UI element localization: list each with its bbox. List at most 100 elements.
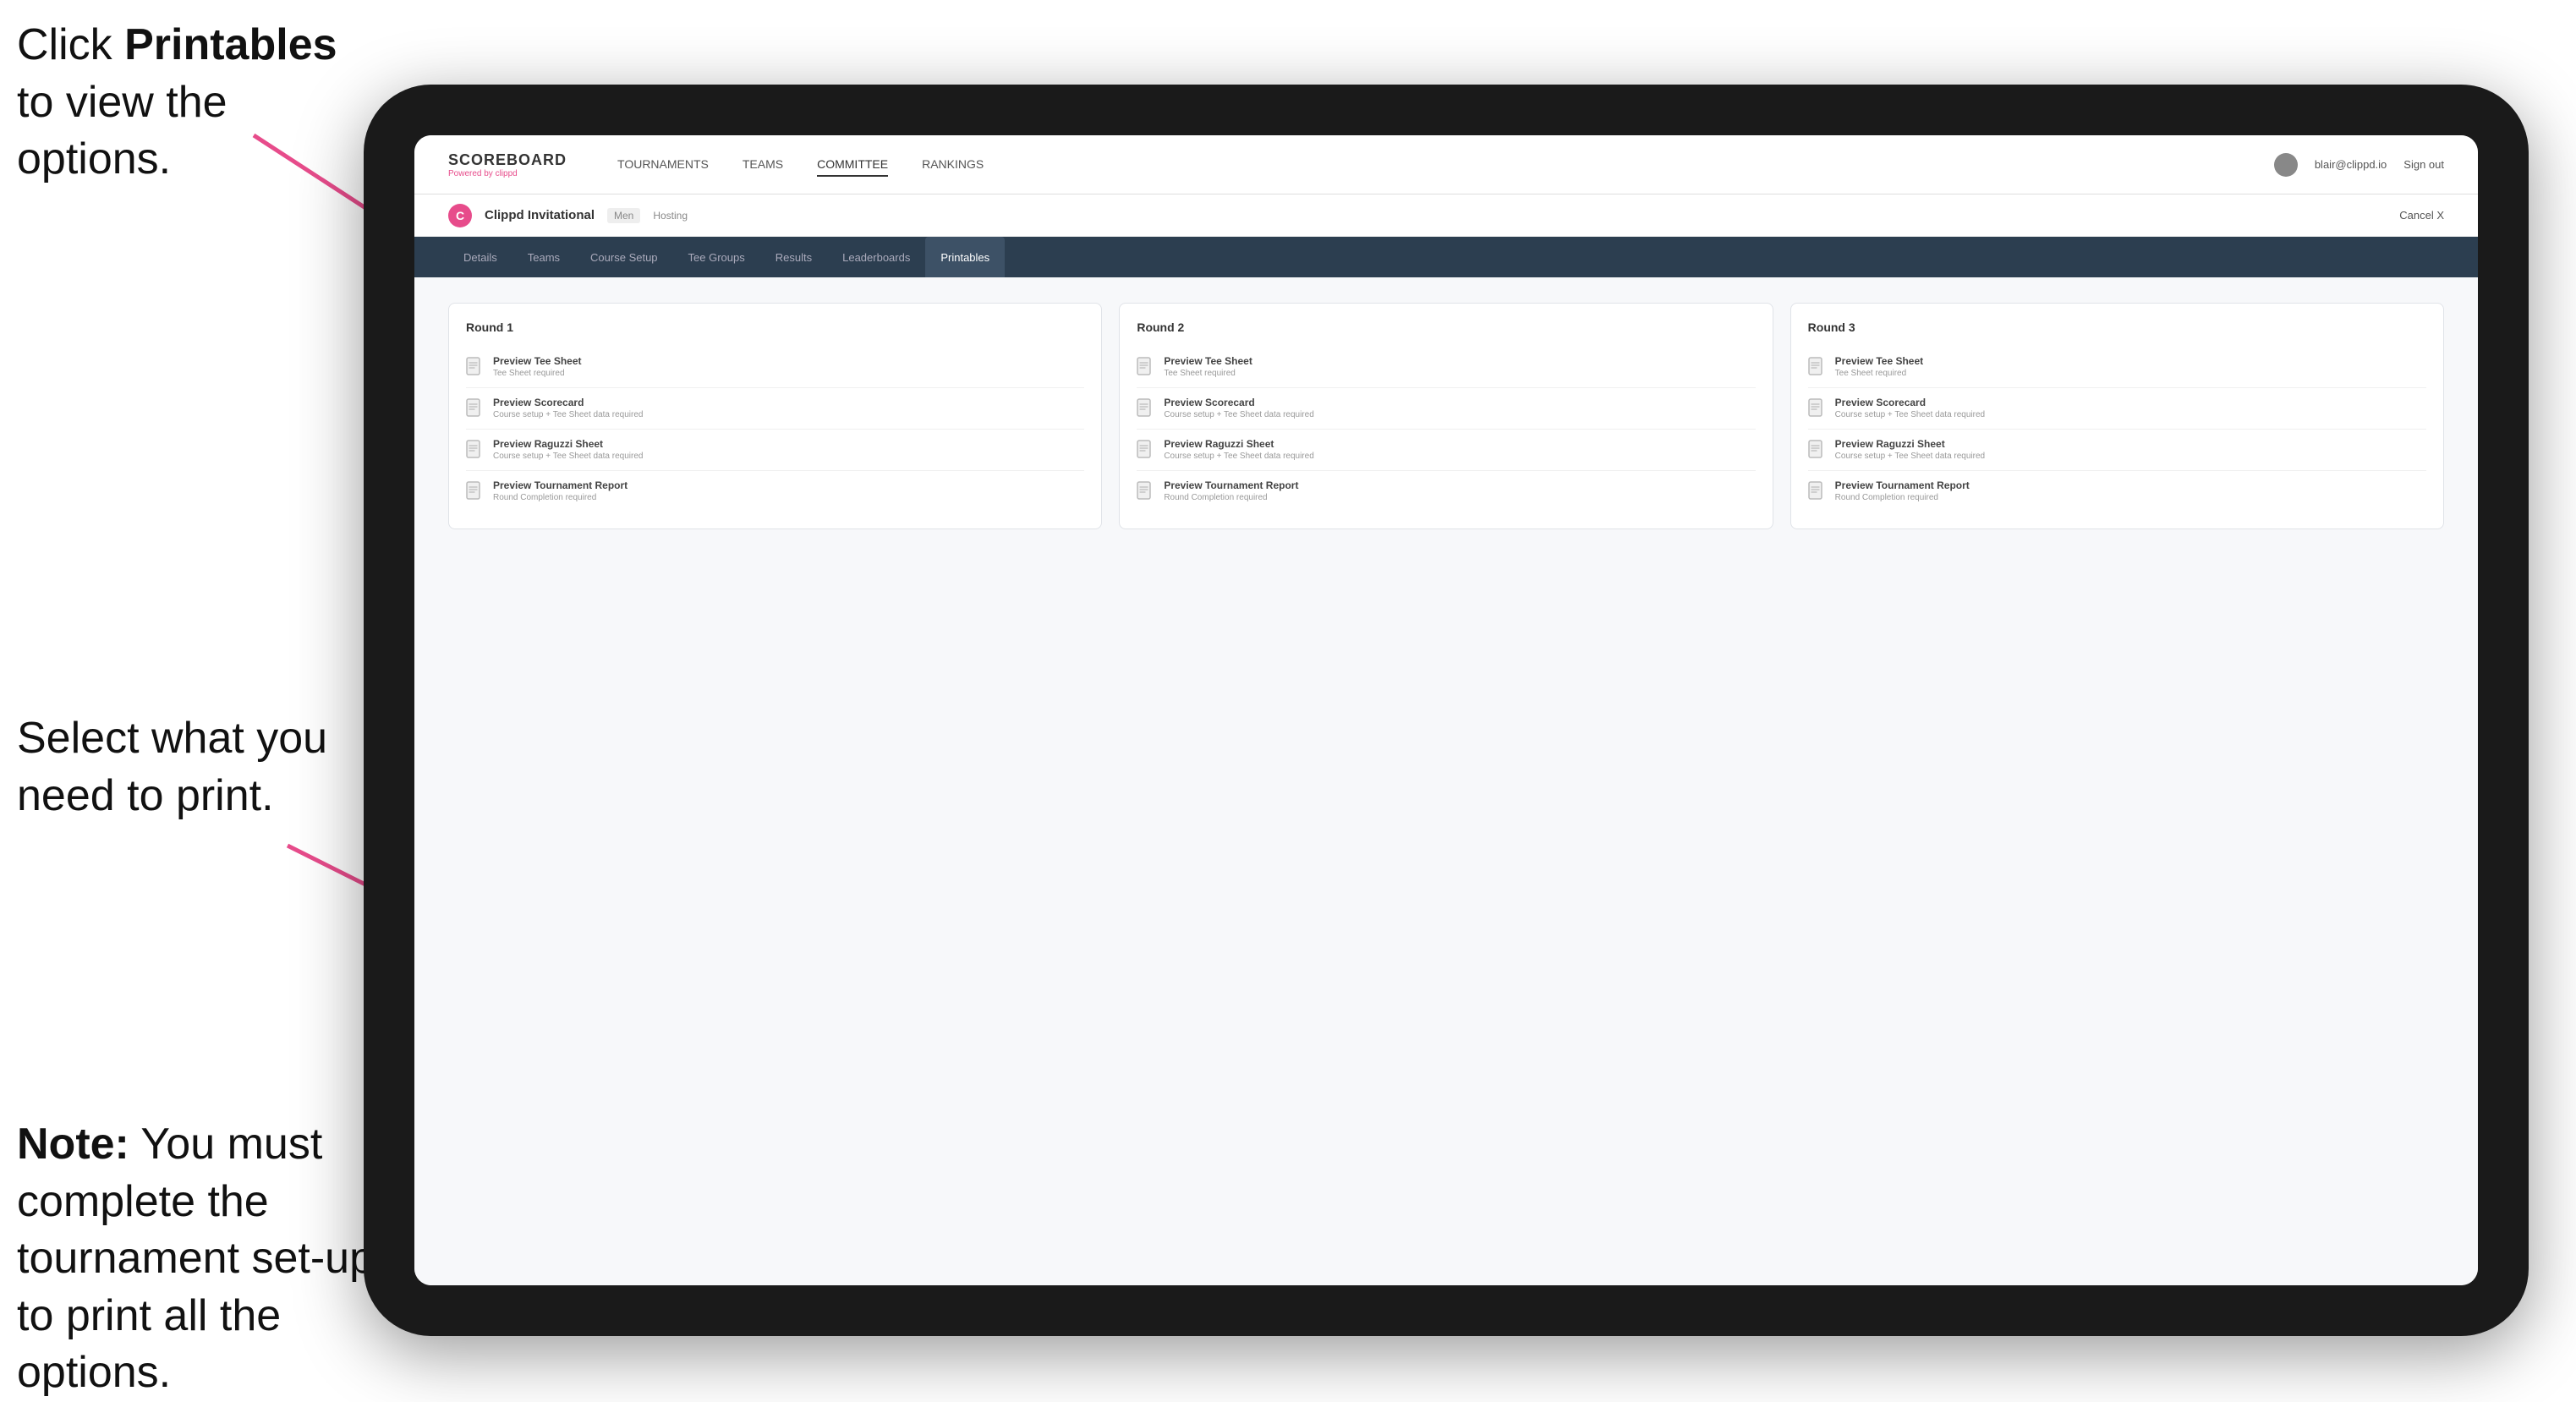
print-item-subtitle: Tee Sheet required [493,369,582,378]
round-title-2: Round 2 [1137,320,1755,334]
document-icon [1808,398,1827,420]
tab-printables[interactable]: Printables [925,237,1005,277]
tab-leaderboards[interactable]: Leaderboards [827,237,925,277]
print-item-title: Preview Tee Sheet [1164,355,1252,367]
print-item-1-4[interactable]: Preview Tournament Report Round Completio… [466,471,1084,512]
print-item-2-2[interactable]: Preview Scorecard Course setup + Tee Shee… [1137,388,1755,430]
tab-teams[interactable]: Teams [512,237,575,277]
annotation-middle-text: Select what you need to print. [17,714,327,820]
annotation-top-text: Click Printables to view the options. [17,20,337,183]
print-item-subtitle: Tee Sheet required [1835,369,1924,378]
print-item-title: Preview Raguzzi Sheet [1164,438,1313,450]
user-avatar [2274,153,2298,177]
print-item-2-4[interactable]: Preview Tournament Report Round Completio… [1137,471,1755,512]
print-item-subtitle: Course setup + Tee Sheet data required [1835,410,1985,419]
round-column-1: Round 1 Preview Tee Sheet Tee Sheet requi… [448,303,1102,529]
print-item-subtitle: Round Completion required [493,493,628,502]
nav-teams[interactable]: TEAMS [743,153,783,177]
main-content: Round 1 Preview Tee Sheet Tee Sheet requi… [414,277,2478,1285]
top-nav-items: TOURNAMENTS TEAMS COMMITTEE RANKINGS [617,153,2274,177]
sub-nav: Details Teams Course Setup Tee Groups Re… [414,237,2478,277]
logo-sub: Powered by clippd [448,169,567,178]
tournament-logo: C [448,204,472,227]
tablet-frame: SCOREBOARD Powered by clippd TOURNAMENTS… [364,85,2529,1336]
annotation-middle: Select what you need to print. [17,710,338,824]
scoreboard-logo: SCOREBOARD Powered by clippd [448,151,567,178]
annotation-bottom: Note: You must complete the tournament s… [17,1116,381,1402]
document-icon [1137,481,1155,503]
tournament-status: Hosting [653,210,688,222]
print-item-subtitle: Tee Sheet required [1164,369,1252,378]
print-item-title: Preview Tee Sheet [493,355,582,367]
print-item-subtitle: Round Completion required [1835,493,1970,502]
document-icon [1137,398,1155,420]
nav-rankings[interactable]: RANKINGS [922,153,984,177]
print-item-title: Preview Tournament Report [493,479,628,491]
tab-tee-groups[interactable]: Tee Groups [673,237,760,277]
round-column-2: Round 2 Preview Tee Sheet Tee Sheet requi… [1119,303,1773,529]
top-nav-right: blair@clippd.io Sign out [2274,153,2444,177]
nav-committee[interactable]: COMMITTEE [817,153,888,177]
print-item-text: Preview Scorecard Course setup + Tee Shee… [1835,397,1985,419]
print-item-1-1[interactable]: Preview Tee Sheet Tee Sheet required [466,347,1084,388]
print-item-text: Preview Raguzzi Sheet Course setup + Tee … [1164,438,1313,461]
tab-course-setup[interactable]: Course Setup [575,237,673,277]
document-icon [1808,440,1827,462]
annotation-bottom-text: Note: You must complete the tournament s… [17,1120,374,1397]
print-item-text: Preview Raguzzi Sheet Course setup + Tee … [493,438,643,461]
cancel-button[interactable]: Cancel X [2399,209,2444,222]
print-item-3-4[interactable]: Preview Tournament Report Round Completio… [1808,471,2426,512]
tournament-badge: Men [607,208,640,223]
print-item-3-3[interactable]: Preview Raguzzi Sheet Course setup + Tee … [1808,430,2426,471]
print-item-text: Preview Tee Sheet Tee Sheet required [493,355,582,378]
print-item-3-2[interactable]: Preview Scorecard Course setup + Tee Shee… [1808,388,2426,430]
print-item-title: Preview Tee Sheet [1835,355,1924,367]
print-item-subtitle: Round Completion required [1164,493,1298,502]
round-title-1: Round 1 [466,320,1084,334]
round-column-3: Round 3 Preview Tee SheetTee Sheet requi… [1790,303,2444,529]
document-icon [466,440,485,462]
top-nav: SCOREBOARD Powered by clippd TOURNAMENTS… [414,135,2478,194]
tab-results[interactable]: Results [760,237,827,277]
logo-title: SCOREBOARD [448,151,567,169]
print-item-text: Preview Tournament Report Round Completio… [1835,479,1970,502]
print-item-text: Preview Scorecard Course setup + Tee Shee… [1164,397,1313,419]
print-item-subtitle: Course setup + Tee Sheet data required [493,452,643,461]
print-item-2-3[interactable]: Preview Raguzzi Sheet Course setup + Tee … [1137,430,1755,471]
print-item-text: Preview Tournament Report Round Completio… [493,479,628,502]
document-icon [1808,481,1827,503]
rounds-container: Round 1 Preview Tee Sheet Tee Sheet requi… [448,303,2444,529]
print-item-title: Preview Scorecard [1164,397,1313,408]
user-email: blair@clippd.io [2315,158,2387,171]
print-item-title: Preview Tournament Report [1164,479,1298,491]
document-icon [466,357,485,379]
tournament-header: C Clippd Invitational Men Hosting Cancel… [414,194,2478,237]
document-icon [466,481,485,503]
print-item-title: Preview Raguzzi Sheet [493,438,643,450]
document-icon [1808,357,1827,379]
print-item-text: Preview ScorecardCourse setup + Tee Shee… [493,397,643,419]
tablet-screen: SCOREBOARD Powered by clippd TOURNAMENTS… [414,135,2478,1285]
print-item-subtitle: Course setup + Tee Sheet data required [1835,452,1985,461]
print-item-subtitle: Course setup + Tee Sheet data required [1164,410,1313,419]
print-item-2-1[interactable]: Preview Tee Sheet Tee Sheet required [1137,347,1755,388]
print-item-text: Preview Raguzzi Sheet Course setup + Tee … [1835,438,1985,461]
print-item-subtitle: Course setup + Tee Sheet data required [1164,452,1313,461]
tab-details[interactable]: Details [448,237,512,277]
print-item-title: Preview Raguzzi Sheet [1835,438,1985,450]
print-item-title: Preview Scorecard [1835,397,1985,408]
document-icon [1137,357,1155,379]
print-item-1-3[interactable]: Preview Raguzzi Sheet Course setup + Tee … [466,430,1084,471]
print-item-title: Preview Tournament Report [1835,479,1970,491]
print-item-3-1[interactable]: Preview Tee Sheet Tee Sheet required [1808,347,2426,388]
print-item-1-2[interactable]: Preview ScorecardCourse setup + Tee Shee… [466,388,1084,430]
print-item-text: Preview Tee Sheet Tee Sheet required [1164,355,1252,378]
sign-out-link[interactable]: Sign out [2403,158,2444,171]
tournament-name: Clippd Invitational [485,208,595,222]
print-item-text: Preview Tee Sheet Tee Sheet required [1835,355,1924,378]
annotation-top: Click Printables to view the options. [17,17,338,189]
annotation-bold: Printables [124,20,337,69]
document-icon [466,398,485,420]
nav-tournaments[interactable]: TOURNAMENTS [617,153,709,177]
print-item-subtitle: Course setup + Tee Sheet data required [493,410,643,419]
